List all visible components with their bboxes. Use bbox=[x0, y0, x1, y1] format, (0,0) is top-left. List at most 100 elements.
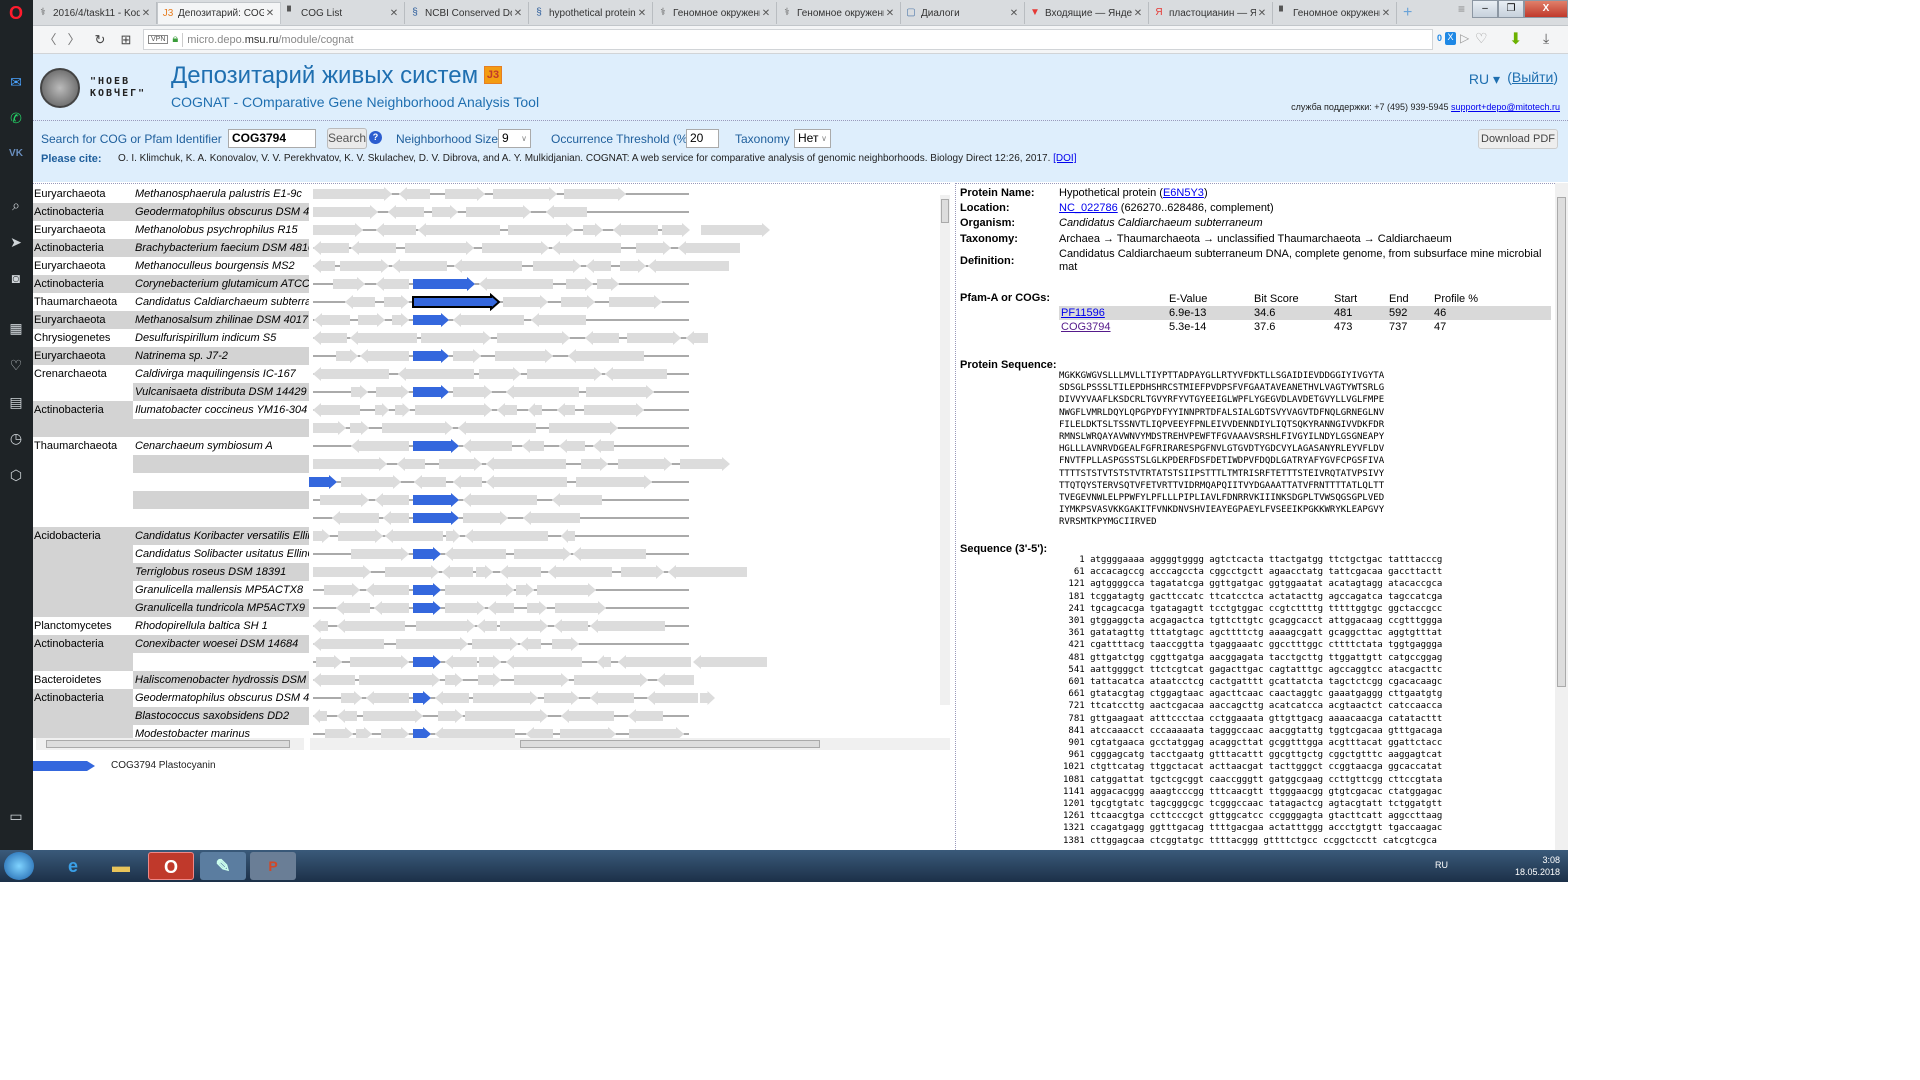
gene-arrow[interactable] bbox=[486, 475, 567, 489]
gene-arrow[interactable] bbox=[313, 259, 335, 273]
history-icon[interactable]: ◷ bbox=[6, 428, 26, 448]
organism-cell[interactable]: Terriglobus roseus DSM 18391 bbox=[133, 563, 309, 581]
target-gene[interactable] bbox=[413, 277, 475, 291]
scroll-thumb[interactable] bbox=[1557, 197, 1566, 687]
gene-arrow[interactable] bbox=[559, 439, 585, 453]
gene-arrow[interactable] bbox=[678, 241, 740, 255]
close-tab-icon[interactable]: ✕ bbox=[1380, 8, 1392, 19]
gene-arrow[interactable] bbox=[514, 673, 569, 687]
organism-cell[interactable]: Caldivirga maquilingensis IC-167 bbox=[133, 365, 309, 383]
organism-cell[interactable]: Modestobacter marinus bbox=[133, 725, 309, 738]
organism-cell[interactable]: Geodermatophilus obscurus DSM 43160 bbox=[133, 689, 309, 707]
target-gene[interactable] bbox=[413, 439, 459, 453]
gene-arrow[interactable] bbox=[442, 565, 473, 579]
gene-arrow[interactable] bbox=[621, 565, 664, 579]
scroll-thumb[interactable] bbox=[941, 199, 949, 223]
gene-arrow[interactable] bbox=[555, 601, 606, 615]
gene-arrow[interactable] bbox=[414, 475, 446, 489]
doi-link[interactable]: [DOI] bbox=[1053, 153, 1076, 164]
gene-arrow[interactable] bbox=[477, 619, 497, 633]
gene-arrow[interactable] bbox=[432, 205, 458, 219]
gene-arrow[interactable] bbox=[359, 673, 440, 687]
gene-arrow[interactable] bbox=[445, 673, 463, 687]
names-horizontal-scrollbar[interactable] bbox=[36, 738, 304, 750]
browser-tab[interactable]: Япластоцианин — Ян ✕ bbox=[1149, 2, 1273, 24]
organism-cell[interactable]: Haliscomenobacter hydrossis DSM 1100 bbox=[133, 671, 309, 689]
bookmark-heart-icon[interactable]: ♡ bbox=[1475, 30, 1488, 47]
gene-arrow[interactable] bbox=[360, 349, 409, 363]
gene-arrow[interactable] bbox=[320, 493, 369, 507]
gene-arrow[interactable] bbox=[561, 529, 575, 543]
gene-arrow[interactable] bbox=[435, 727, 515, 738]
gene-arrow[interactable] bbox=[506, 655, 582, 669]
gene-arrow[interactable] bbox=[657, 673, 694, 687]
gene-arrow[interactable] bbox=[383, 511, 409, 525]
gene-arrow[interactable] bbox=[564, 187, 626, 201]
gene-arrow[interactable] bbox=[376, 223, 416, 237]
scroll-thumb[interactable] bbox=[46, 740, 290, 748]
gene-arrow[interactable] bbox=[384, 295, 409, 309]
gene-arrow[interactable] bbox=[350, 655, 409, 669]
target-gene[interactable] bbox=[413, 349, 449, 363]
gene-arrow[interactable] bbox=[375, 493, 409, 507]
target-gene[interactable] bbox=[413, 601, 441, 615]
neighborhood-size-select[interactable]: 9 ∨ bbox=[498, 129, 531, 148]
gene-arrow[interactable] bbox=[662, 223, 690, 237]
gene-arrow[interactable] bbox=[336, 601, 370, 615]
gene-arrow[interactable] bbox=[503, 295, 548, 309]
gene-arrow[interactable] bbox=[439, 457, 482, 471]
vpn-badge[interactable]: VPN bbox=[148, 35, 169, 44]
extensions-icon[interactable]: ⬡ bbox=[6, 465, 26, 485]
gene-arrow[interactable] bbox=[590, 691, 634, 705]
gene-arrow[interactable] bbox=[324, 583, 360, 597]
flow-icon[interactable]: ▷ bbox=[1460, 31, 1469, 45]
site-title[interactable]: Депозитарий живых систем bbox=[171, 62, 478, 90]
browser-tab[interactable]: ▘ COG List ✕ bbox=[281, 2, 405, 24]
maximize-button[interactable]: ❐ bbox=[1498, 0, 1524, 18]
close-tab-icon[interactable]: ✕ bbox=[636, 8, 648, 19]
gene-arrow[interactable] bbox=[528, 403, 542, 417]
gene-arrow[interactable] bbox=[358, 313, 385, 327]
send-icon[interactable]: ➤ bbox=[6, 232, 26, 252]
gene-arrow[interactable] bbox=[392, 313, 409, 327]
cog-search-input[interactable]: COG3794 bbox=[228, 129, 316, 148]
gene-arrow[interactable] bbox=[533, 259, 581, 273]
gene-arrow[interactable] bbox=[438, 709, 463, 723]
gene-arrow[interactable] bbox=[351, 241, 396, 255]
adblock-count[interactable]: 0 bbox=[1437, 33, 1442, 43]
gene-arrow[interactable] bbox=[568, 349, 644, 363]
tab-menu-icon[interactable]: ≡ bbox=[1458, 2, 1465, 16]
keyboard-language[interactable]: RU bbox=[1435, 860, 1448, 870]
close-tab-icon[interactable]: ✕ bbox=[760, 8, 772, 19]
gene-arrow[interactable] bbox=[396, 637, 468, 651]
gene-arrow[interactable] bbox=[520, 637, 541, 651]
sidebar-toggle-icon[interactable]: ▭ bbox=[6, 806, 26, 826]
reload-button[interactable]: ↻ bbox=[91, 31, 109, 49]
gene-arrow[interactable] bbox=[351, 439, 409, 453]
gene-arrow[interactable] bbox=[544, 691, 579, 705]
organism-cell[interactable]: Geodermatophilus obscurus DSM 43160 bbox=[133, 203, 309, 221]
gene-arrow[interactable] bbox=[486, 457, 566, 471]
clock[interactable]: 3:08 18.05.2018 bbox=[1515, 854, 1560, 878]
gene-arrow[interactable] bbox=[613, 223, 658, 237]
gene-arrow[interactable] bbox=[597, 655, 611, 669]
gene-arrow[interactable] bbox=[557, 403, 575, 417]
adblock-icon[interactable]: X bbox=[1445, 32, 1456, 45]
browser-tab[interactable]: ▼ Входящие — Яндек ✕ bbox=[1025, 2, 1149, 24]
gene-arrow[interactable] bbox=[341, 475, 401, 489]
gene-arrow[interactable] bbox=[453, 313, 524, 327]
gene-arrow[interactable] bbox=[701, 223, 770, 237]
gene-arrow[interactable] bbox=[340, 259, 389, 273]
gene-arrow[interactable] bbox=[479, 277, 553, 291]
gene-arrow[interactable] bbox=[479, 367, 521, 381]
whatsapp-icon[interactable]: ✆ bbox=[6, 108, 26, 128]
gene-arrow[interactable] bbox=[463, 439, 512, 453]
gene-arrow[interactable] bbox=[465, 529, 548, 543]
target-gene[interactable] bbox=[413, 547, 441, 561]
organism-cell[interactable]: Granulicella mallensis MP5ACTX8 bbox=[133, 581, 309, 599]
gene-arrow[interactable] bbox=[415, 403, 492, 417]
target-gene[interactable] bbox=[413, 727, 431, 738]
gene-arrow[interactable] bbox=[506, 385, 579, 399]
gene-arrow[interactable] bbox=[337, 709, 357, 723]
selected-target-gene[interactable] bbox=[412, 293, 501, 311]
